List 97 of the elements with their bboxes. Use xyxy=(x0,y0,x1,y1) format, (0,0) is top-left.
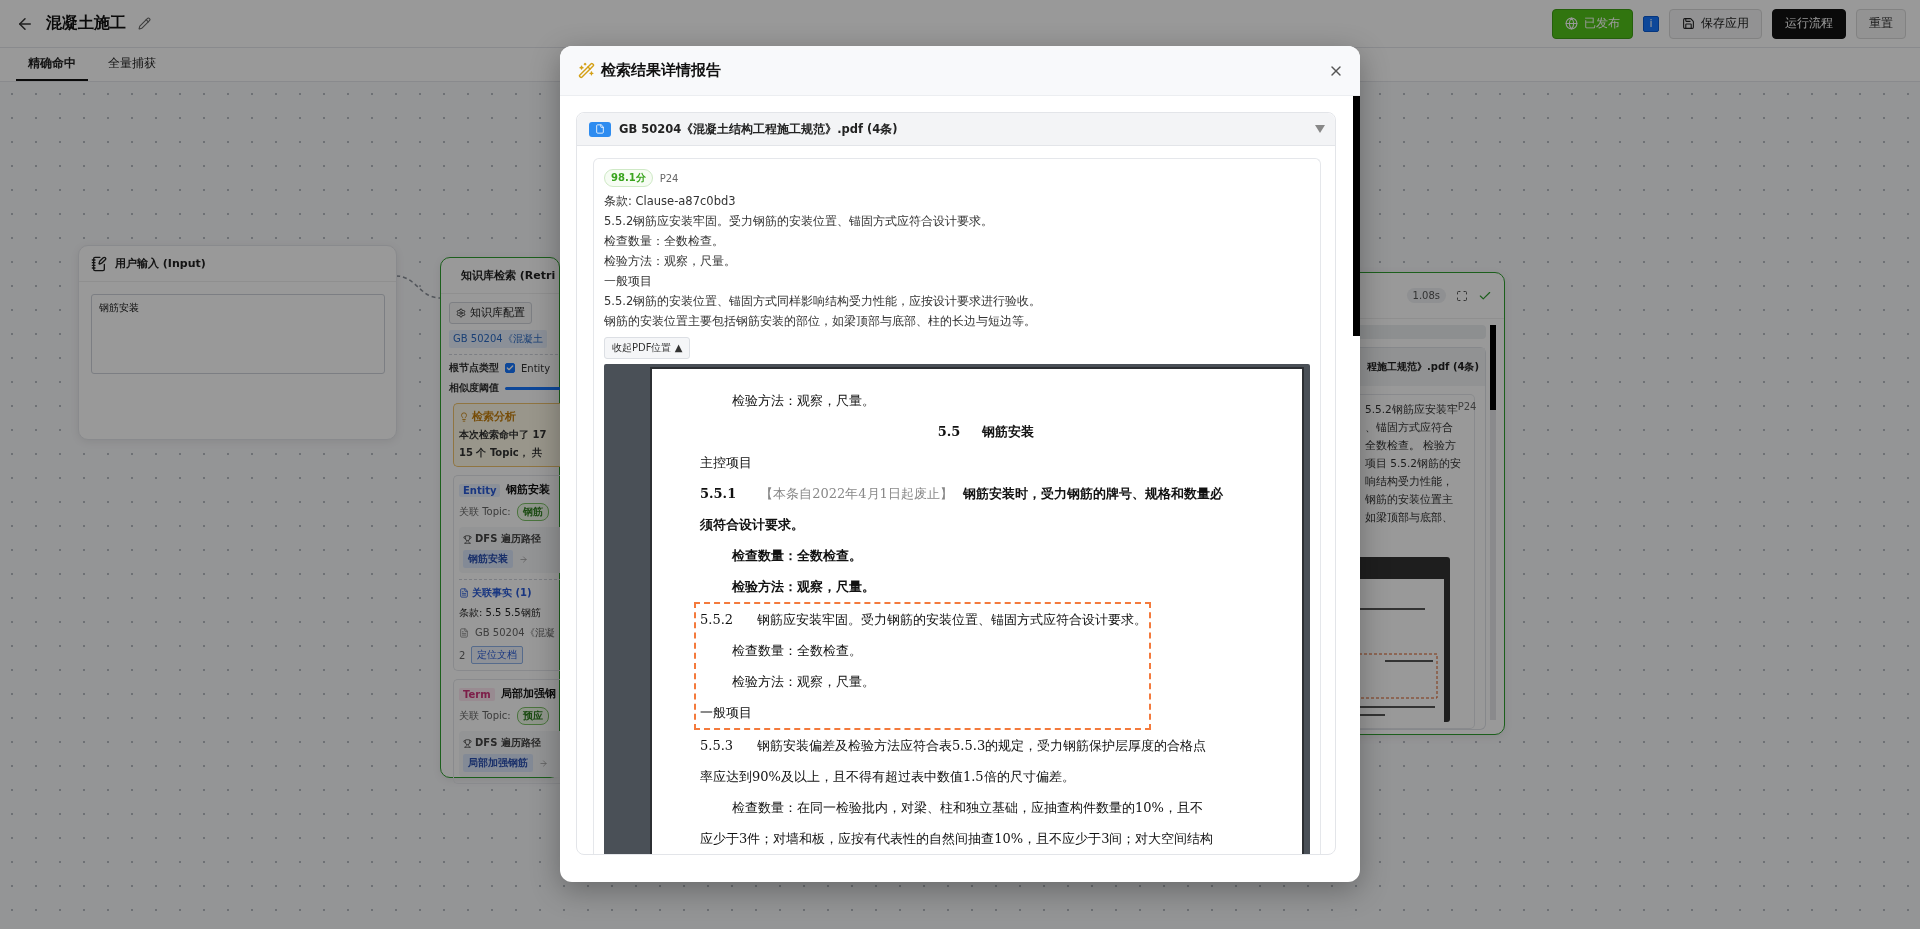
topic-tag: 预应 xyxy=(516,707,549,725)
node-title: 知识库检索 (Retri xyxy=(461,268,556,283)
type-tag: Entity xyxy=(459,483,501,497)
pdf-heading: 钢筋安装 xyxy=(982,422,1035,441)
path-node: 钢筋安装 xyxy=(463,550,513,568)
page-number: P24 xyxy=(1457,401,1477,412)
document-title: 程施工规范》.pdf (4条) xyxy=(1366,360,1480,374)
page-number: P24 xyxy=(659,172,679,184)
result-name: 局部加强钢 xyxy=(500,687,556,701)
scrollbar[interactable] xyxy=(1490,325,1496,720)
path-label: DFS 遍历路径 xyxy=(463,736,563,750)
result-text: 检验方法：观察，尺量。 xyxy=(604,253,737,270)
input-field[interactable]: 钢筋安装 xyxy=(91,294,385,374)
document-icon xyxy=(459,588,469,598)
field-label: 相似度阈值 xyxy=(449,381,499,395)
result-text: 5.5.2钢筋应安装牢 xyxy=(1364,403,1458,417)
reset-button[interactable]: 重置 xyxy=(1856,8,1906,39)
pdf-text: 钢筋应安装牢固。受力钢筋的安装位置、锚固方式应符合设计要求。 xyxy=(757,610,1148,629)
edit-icon[interactable] xyxy=(138,17,151,30)
save-button[interactable]: 保存应用 xyxy=(1669,8,1762,39)
lightbulb-icon xyxy=(459,412,469,422)
trophy-icon xyxy=(463,738,472,748)
pdf-text: 钢筋安装偏差及检验方法应符合表5.5.3的规定，受力钢筋保护层厚度的合格点 xyxy=(757,736,1207,755)
analysis-text: 本次检索命中了 17 xyxy=(459,428,548,442)
locate-button[interactable]: 定位文档 xyxy=(471,646,524,664)
trophy-icon xyxy=(463,534,472,544)
sparkle-icon xyxy=(578,62,595,79)
source-text: GB 50204《混凝 xyxy=(475,626,555,640)
save-icon xyxy=(1682,17,1695,30)
config-button[interactable]: 知识库配置 xyxy=(449,302,532,324)
pdf-text: 检查数量：在同一检验批内，对梁、柱和独立基础，应抽查构件数量的10%，且不 xyxy=(732,798,1203,817)
notepad-icon xyxy=(91,255,107,272)
pdf-text: 检验方法：观察，尺量。 xyxy=(732,577,875,596)
result-text: 检查数量：全数检查。 xyxy=(604,233,725,250)
settings-icon xyxy=(456,308,466,318)
pdf-text: 须符合设计要求。 xyxy=(700,515,804,534)
analysis-text: 15 个 Topic， 共 xyxy=(459,446,544,460)
arrow-icon xyxy=(539,758,548,768)
scrollbar-thumb[interactable] xyxy=(1353,96,1360,336)
source-tag: GB 50204《混凝土 xyxy=(449,330,547,348)
pdf-text: 检验方法：观察，尺量。 xyxy=(732,672,875,691)
document-icon xyxy=(459,628,469,638)
score-badge: 98.1分 xyxy=(604,169,653,187)
result-text: 5.5.2钢筋应安装牢固。受力钢筋的安装位置、锚固方式应符合设计要求。 xyxy=(604,213,995,230)
slider-track[interactable] xyxy=(505,386,563,390)
arrow-icon xyxy=(519,554,528,564)
checkbox[interactable] xyxy=(505,363,515,373)
node-title: 用户输入 (Input) xyxy=(115,256,206,271)
page-title: 混凝土施工 xyxy=(46,13,126,34)
tab[interactable]: 全量捕获 xyxy=(96,48,168,81)
result-text: 全数检查。 检验方 xyxy=(1364,438,1458,453)
run-button[interactable]: 运行流程 xyxy=(1772,8,1846,39)
document-title: GB 50204《混凝土结构工程施工规范》.pdf (4条) xyxy=(619,121,899,137)
topic-label: 关联 Topic: xyxy=(459,505,511,519)
clause-number: 5.5.1 xyxy=(700,486,737,501)
dialog-title: 检索结果详情报告 xyxy=(601,61,721,80)
result-name: 钢筋安装 xyxy=(506,483,551,497)
checkbox-label: Entity xyxy=(521,362,551,374)
topic-tag: 钢筋 xyxy=(516,503,549,521)
clause-number: 5.5.2 xyxy=(700,612,734,627)
page-number: 2 xyxy=(459,649,466,661)
result-text: 条款: Clause-a87c0bd3 xyxy=(604,193,737,210)
pdf-text: 一般项目 xyxy=(700,703,752,722)
repealed-note: 【本条自2022年4月1日起废止】 xyxy=(760,484,953,503)
time-badge: 1.08s xyxy=(1406,288,1446,303)
facts-title: 关联事实 (1) xyxy=(459,586,563,600)
info-button[interactable]: i xyxy=(1643,15,1659,32)
document-icon xyxy=(589,121,611,137)
pdf-text: 主控项目 xyxy=(700,453,752,472)
result-text: 钢筋的安装位置主要包括钢筋安装的部位，如梁顶部与底部、柱的长边与短边等。 xyxy=(604,313,1037,330)
type-tag: Term xyxy=(459,687,495,701)
path-node: 局部加强钢筋 xyxy=(463,754,533,772)
pdf-text: 检验方法：观察，尺量。 xyxy=(732,391,875,410)
collapse-pdf-button[interactable]: 收起PDF位置 ▲ xyxy=(604,337,691,359)
group-header[interactable]: GB 50204《混凝土结构工程施工规范》.pdf (4条) xyxy=(577,113,1335,146)
analysis-title: 检索分析 xyxy=(459,410,563,424)
pdf-text: 率应达到90%及以上，且不得有超过表中数值1.5倍的尺寸偏差。 xyxy=(700,767,1075,786)
field-label: 根节点类型 xyxy=(449,361,499,375)
path-label: DFS 遍历路径 xyxy=(463,532,563,546)
connector-line xyxy=(396,272,442,302)
result-text: 、锚固方式应符合 xyxy=(1364,420,1454,435)
pdf-text: 检查数量：全数检查。 xyxy=(732,546,862,565)
pdf-heading-number: 5.5 xyxy=(937,424,961,439)
result-text: 5.5.2钢筋的安装位置、锚固方式同样影响结构受力性能，应按设计要求进行验收。 xyxy=(604,293,1043,310)
pdf-text: 应少于3件；对墙和板，应按有代表性的自然间抽查10%，且不应少于3间；对大空间结构 xyxy=(700,829,1214,848)
fullscreen-icon[interactable] xyxy=(1456,289,1468,302)
pdf-text: 钢筋安装时，受力钢筋的牌号、规格和数量必 xyxy=(962,484,1223,503)
globe-icon xyxy=(1565,17,1578,30)
result-text: 响结构受力性能， xyxy=(1364,474,1454,489)
result-text: 一般项目 xyxy=(604,273,653,290)
pdf-text: 检查数量：全数检查。 xyxy=(732,641,862,660)
clause-number: 5.5.3 xyxy=(700,738,734,753)
result-text: 钢筋的安装位置主 xyxy=(1364,492,1454,507)
result-text: 如梁顶部与底部、 xyxy=(1364,510,1454,525)
fact-text: 条款: 5.5 5.5钢筋 xyxy=(459,606,542,620)
result-text: 项目 5.5.2钢筋的安 xyxy=(1364,456,1463,471)
topic-label: 关联 Topic: xyxy=(459,709,511,723)
